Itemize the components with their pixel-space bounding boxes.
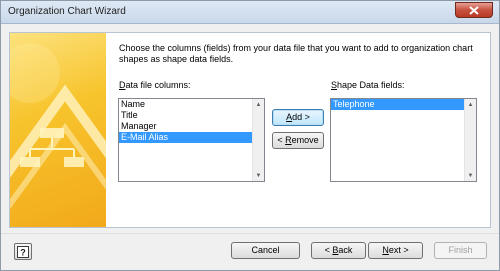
wizard-window: Organization Chart Wizard Choose the col… (0, 0, 500, 271)
list-item-selected[interactable]: Telephone (331, 99, 464, 110)
help-button[interactable]: ? (14, 243, 32, 260)
scroll-up-icon[interactable]: ▲ (465, 99, 476, 110)
next-button[interactable]: Next > (368, 242, 423, 259)
remove-button[interactable]: < Remove (272, 132, 324, 149)
svg-text:?: ? (20, 247, 26, 257)
add-button[interactable]: Add > (272, 109, 324, 126)
wizard-banner (10, 33, 106, 227)
help-icon: ? (17, 245, 29, 258)
data-file-columns-label: Data file columns: (119, 80, 191, 90)
data-file-columns-scrollbar[interactable]: ▲ ▼ (252, 99, 264, 181)
scroll-down-icon[interactable]: ▼ (253, 170, 264, 181)
title-bar: Organization Chart Wizard (1, 1, 499, 24)
back-button[interactable]: < Back (311, 242, 366, 259)
window-title: Organization Chart Wizard (8, 6, 126, 17)
org-chart-illustration (10, 43, 106, 210)
wizard-content: Choose the columns (fields) from your da… (9, 32, 491, 228)
data-file-columns-list[interactable]: Name Title Manager E-Mail Alias ▲ ▼ (118, 98, 265, 182)
cancel-button[interactable]: Cancel (231, 242, 300, 259)
list-item[interactable]: Name (119, 99, 264, 110)
scroll-up-icon[interactable]: ▲ (253, 99, 264, 110)
shape-data-fields-scrollbar[interactable]: ▲ ▼ (464, 99, 476, 181)
shape-data-fields-label: Shape Data fields: (331, 80, 405, 90)
scroll-down-icon[interactable]: ▼ (465, 170, 476, 181)
finish-button[interactable]: Finish (434, 242, 487, 259)
list-item[interactable]: Title (119, 110, 264, 121)
shape-data-fields-list[interactable]: Telephone ▲ ▼ (330, 98, 477, 182)
list-item[interactable]: Manager (119, 121, 264, 132)
footer-divider (1, 233, 499, 234)
instructions-text: Choose the columns (fields) from your da… (119, 43, 473, 64)
list-item-selected[interactable]: E-Mail Alias (119, 132, 252, 143)
close-icon (469, 5, 479, 15)
close-button[interactable] (455, 2, 493, 18)
